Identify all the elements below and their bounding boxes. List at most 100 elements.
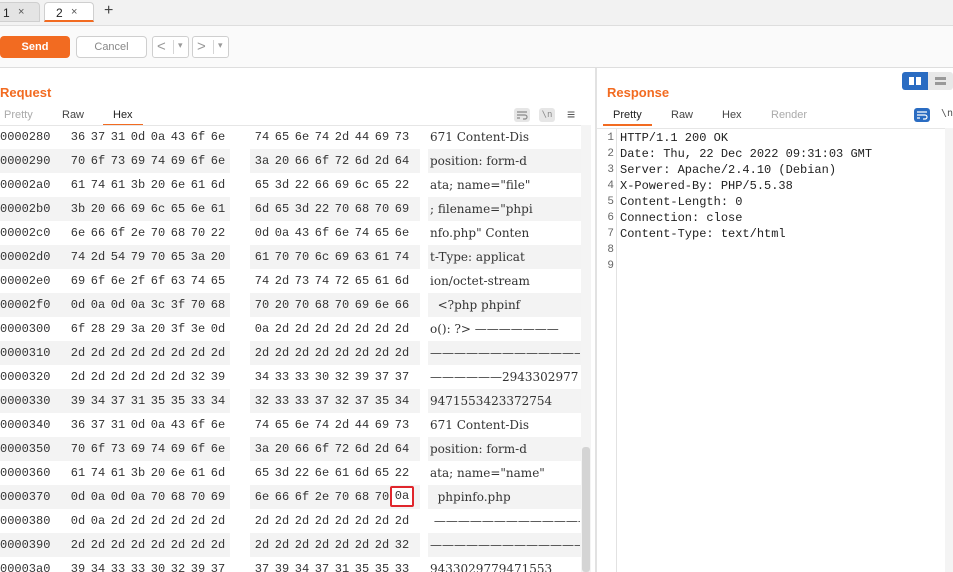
hex-byte[interactable]: 2d <box>168 370 188 384</box>
hex-byte[interactable]: 2d <box>208 514 228 528</box>
hex-byte[interactable]: 2d <box>128 514 148 528</box>
hex-byte[interactable]: 6e <box>392 226 412 240</box>
hex-byte[interactable]: 3f <box>168 322 188 336</box>
hex-byte[interactable]: 2d <box>332 538 352 552</box>
hex-byte[interactable]: 2d <box>68 538 88 552</box>
hex-byte[interactable]: 3f <box>168 298 188 312</box>
hex-byte[interactable]: 6e <box>108 274 128 288</box>
hex-byte[interactable]: 2d <box>168 346 188 360</box>
hex-byte[interactable]: 3b <box>128 178 148 192</box>
hex-row[interactable]: 00003a0 39 34 33 33 30 32 39 37 37 39 34 37 31 35 35 33 9… <box>0 557 590 572</box>
hex-byte[interactable]: 2d <box>128 346 148 360</box>
hex-byte[interactable]: 33 <box>392 562 412 572</box>
back-button[interactable]: < ▾ <box>152 36 189 58</box>
hex-byte[interactable]: 6e <box>208 130 228 144</box>
hex-byte[interactable]: 3c <box>148 298 168 312</box>
hex-byte[interactable]: 2d <box>372 538 392 552</box>
hex-byte[interactable]: 31 <box>332 562 352 572</box>
hex-byte[interactable]: 39 <box>208 370 228 384</box>
hex-byte[interactable]: 65 <box>272 202 292 216</box>
chevron-down-icon[interactable]: ▾ <box>178 40 183 51</box>
newline-icon[interactable]: \n <box>539 108 555 122</box>
hex-byte[interactable]: 33 <box>272 394 292 408</box>
hex-byte[interactable]: 3d <box>292 202 312 216</box>
hex-byte[interactable]: 61 <box>188 178 208 192</box>
stacked-layout-icon[interactable] <box>928 72 953 90</box>
hex-byte[interactable]: 35 <box>352 562 372 572</box>
hex-row[interactable]: 00002f0 0d 0a 0d 0a 3c 3f 70 68 70 20 70 68 70 69 6e 66 … <box>0 293 590 317</box>
hex-byte[interactable]: 2d <box>272 346 292 360</box>
hex-byte[interactable]: 73 <box>108 442 128 456</box>
hex-byte[interactable]: 2d <box>372 154 392 168</box>
hex-byte[interactable]: 32 <box>188 370 208 384</box>
hex-byte[interactable]: 22 <box>312 202 332 216</box>
hex-byte[interactable]: 0d <box>68 490 88 504</box>
hex-byte[interactable]: 32 <box>252 394 272 408</box>
hex-byte[interactable]: 69 <box>168 154 188 168</box>
hex-byte[interactable]: 74 <box>148 442 168 456</box>
hex-byte[interactable]: 70 <box>372 490 392 504</box>
hex-byte[interactable]: 72 <box>332 154 352 168</box>
hex-byte[interactable]: 65 <box>372 226 392 240</box>
hex-byte[interactable]: 2d <box>352 322 372 336</box>
tab-1[interactable]: 1 × <box>0 2 40 22</box>
hex-byte[interactable]: 74 <box>312 418 332 432</box>
hex-byte[interactable]: 6f <box>108 226 128 240</box>
hex-byte[interactable]: 6e <box>208 418 228 432</box>
hex-byte[interactable]: 2d <box>108 514 128 528</box>
hex-byte[interactable]: 6e <box>312 466 332 480</box>
hex-byte[interactable]: 6e <box>208 154 228 168</box>
hex-byte[interactable]: 70 <box>372 202 392 216</box>
hex-byte[interactable]: 66 <box>272 490 292 504</box>
hex-byte[interactable]: 6e <box>188 202 208 216</box>
hex-byte[interactable]: 0d <box>68 514 88 528</box>
hex-byte[interactable]: 69 <box>332 178 352 192</box>
hex-byte[interactable]: 3d <box>272 178 292 192</box>
hex-byte[interactable]: 66 <box>108 202 128 216</box>
word-wrap-icon[interactable] <box>514 108 530 122</box>
tab-2[interactable]: 2 × <box>44 2 94 22</box>
hex-byte[interactable]: 6f <box>312 442 332 456</box>
hex-byte[interactable]: 33 <box>188 394 208 408</box>
hex-byte[interactable]: 2d <box>372 514 392 528</box>
hex-byte[interactable]: 0a <box>88 298 108 312</box>
hex-byte[interactable]: 70 <box>332 490 352 504</box>
hex-byte[interactable]: 2d <box>392 322 412 336</box>
hex-byte[interactable]: 65 <box>208 274 228 288</box>
hex-byte[interactable]: 2d <box>108 346 128 360</box>
hex-byte[interactable]: 30 <box>148 562 168 572</box>
hex-byte[interactable]: 61 <box>68 178 88 192</box>
hex-byte[interactable]: 2d <box>332 322 352 336</box>
hex-byte[interactable]: 6d <box>252 202 272 216</box>
hex-byte[interactable]: 3b <box>68 202 88 216</box>
hex-byte[interactable]: 61 <box>372 274 392 288</box>
hex-byte[interactable]: 2d <box>108 370 128 384</box>
hex-byte[interactable]: 43 <box>168 418 188 432</box>
hex-byte[interactable]: 6e <box>252 490 272 504</box>
hex-byte[interactable]: 2d <box>88 538 108 552</box>
hex-byte[interactable]: 2d <box>312 346 332 360</box>
hex-byte[interactable]: 63 <box>352 250 372 264</box>
hex-byte[interactable]: 74 <box>252 130 272 144</box>
hex-byte[interactable]: 2d <box>332 514 352 528</box>
hex-byte[interactable]: 74 <box>312 130 332 144</box>
hex-byte[interactable]: 74 <box>88 466 108 480</box>
hex-byte[interactable]: 20 <box>148 322 168 336</box>
hex-byte[interactable]: 69 <box>372 418 392 432</box>
hex-byte[interactable]: 33 <box>292 394 312 408</box>
hex-byte[interactable]: 6d <box>208 466 228 480</box>
hex-byte[interactable]: 6d <box>352 466 372 480</box>
hex-byte[interactable]: 37 <box>372 370 392 384</box>
hex-byte[interactable]: 68 <box>168 490 188 504</box>
hex-byte[interactable]: 2d <box>88 370 108 384</box>
newline-icon[interactable]: \n <box>941 108 953 119</box>
hex-byte[interactable]: 0d <box>128 130 148 144</box>
hex-byte[interactable]: 32 <box>332 370 352 384</box>
hex-row[interactable]: 0000390 2d 2d 2d 2d 2d 2d 2d 2d 2d 2d 2d 2d 2d 2d 2d 32—… <box>0 533 590 557</box>
hex-byte[interactable]: 70 <box>68 154 88 168</box>
hex-row[interactable]: 0000380 0d 0a 2d 2d 2d 2d 2d 2d 2d 2d 2d 2d 2d 2d 2d 2d … <box>0 509 590 533</box>
hex-byte[interactable]: 3a <box>188 250 208 264</box>
hex-row[interactable]: 0000280 36 37 31 0d 0a 43 6f 6e 74 65 6e 74 2d 44 69 73 6… <box>0 126 590 149</box>
tab-pretty[interactable]: Pretty <box>4 109 33 121</box>
hex-byte[interactable]: 6d <box>208 178 228 192</box>
